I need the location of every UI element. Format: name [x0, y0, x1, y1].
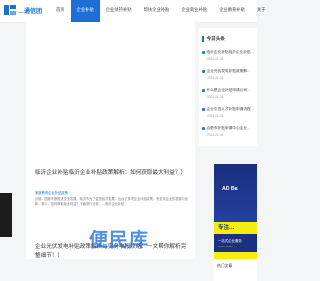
list-item-date: 2024-01-03: [207, 114, 224, 118]
nav-item-support-subsidy[interactable]: 企业扶持补贴: [100, 0, 138, 22]
article-summary: 近期，国家不断推进企业发展，临沂市为了促进经济发展，出台了多项企业补贴政策，来支…: [35, 197, 188, 206]
list-item-title[interactable]: 什么是企业补贴申请公司…: [207, 88, 251, 93]
nav-item-enterprise-subsidy[interactable]: 企业补贴: [70, 0, 100, 22]
nav-item-about[interactable]: 关于: [251, 0, 272, 22]
sidebar: 今日头条 临沂企业补贴临沂企业补贴… 2024-01-03 企业光伏发电补贴政策…: [199, 22, 257, 281]
ad-background: [214, 164, 257, 222]
ad-subtitle: 一站式企业服务: [218, 239, 242, 243]
list-item-title[interactable]: 合肥市补贴申请中心企业…: [207, 126, 251, 131]
main-nav: 首页 企业补贴 企业扶持补贴 帮扶企业补贴 企业就业补贴 企业婚育补贴 关于: [50, 0, 272, 22]
ad-slogan-band: 专注…: [214, 222, 257, 234]
ad-slogan: 专注…: [218, 225, 235, 231]
nav-item-assistance-subsidy[interactable]: 帮扶企业补贴: [138, 0, 176, 22]
article-thumbnail[interactable]: [0, 193, 12, 237]
watermark: 便民库: [89, 229, 150, 251]
headline-panel: 今日头条 临沂企业补贴临沂企业补贴… 2024-01-03 企业光伏发电补贴政策…: [199, 28, 257, 146]
list-item-title[interactable]: 临沂企业补贴临沂企业补贴…: [207, 50, 255, 55]
headline-title: 今日头条: [202, 36, 225, 42]
bullet-icon: [202, 89, 205, 92]
hot-articles-title: 热门文章: [217, 264, 233, 268]
bullet-icon: [202, 108, 205, 111]
logo-icon: [4, 5, 16, 15]
hot-articles-panel: 热门文章: [214, 259, 257, 281]
list-item[interactable]: 什么是企业补贴申请公司… 2024-01-03: [202, 88, 262, 99]
list-item-date: 2024-01-03: [207, 95, 224, 99]
ad-footer-band: [214, 252, 257, 259]
list-item-date: 2024-01-03: [207, 133, 224, 137]
nav-item-home[interactable]: 首页: [50, 0, 71, 22]
site-logo[interactable]: …通信团: [4, 5, 42, 15]
article-card[interactable]: 临沂企业补贴临沂企业补贴政策解析：如何获取最大利益？） 家庭教育企业补贴政策 近…: [26, 166, 195, 214]
site-name: …通信团: [18, 8, 43, 15]
ad-decoration: —— ——: [218, 244, 233, 248]
list-item-date: 2024-01-03: [207, 76, 224, 80]
bullet-icon: [202, 70, 205, 73]
ad-banner[interactable]: AD Ba 专注… 一站式企业服务 —— ——: [214, 164, 257, 259]
nav-item-maternity-subsidy[interactable]: 企业婚育补贴: [213, 0, 251, 22]
list-item-title[interactable]: 企业引进人才补贴申请流程…: [207, 107, 255, 112]
list-item[interactable]: 企业引进人才补贴申请流程… 2024-01-03: [202, 107, 262, 118]
article-list: 临沂企业补贴临沂企业补贴政策解析：如何获取最大利益？） 家庭教育企业补贴政策 近…: [26, 22, 195, 259]
title-accent-bar: [202, 36, 204, 42]
nav-item-employment-subsidy[interactable]: 企业就业补贴: [175, 0, 213, 22]
article-title[interactable]: 临沂企业补贴临沂企业补贴政策解析：如何获取最大利益？）: [35, 169, 190, 178]
article-category[interactable]: 家庭教育企业补贴政策: [35, 190, 68, 195]
headline-title-text: 今日头条: [206, 36, 225, 41]
ad-label: AD Ba: [222, 186, 238, 192]
list-item[interactable]: 合肥市补贴申请中心企业… 2024-01-03: [202, 126, 262, 137]
bullet-icon: [202, 127, 205, 130]
bullet-icon: [202, 51, 205, 54]
list-item[interactable]: 临沂企业补贴临沂企业补贴… 2024-01-03: [202, 50, 262, 61]
list-item-title[interactable]: 企业光伏发电补贴政策解…: [207, 69, 251, 74]
list-item-date: 2024-01-03: [207, 57, 224, 61]
top-navbar: …通信团 首页 企业补贴 企业扶持补贴 帮扶企业补贴 企业就业补贴 企业婚育补贴…: [0, 0, 266, 23]
list-item[interactable]: 企业光伏发电补贴政策解… 2024-01-03: [202, 69, 262, 80]
